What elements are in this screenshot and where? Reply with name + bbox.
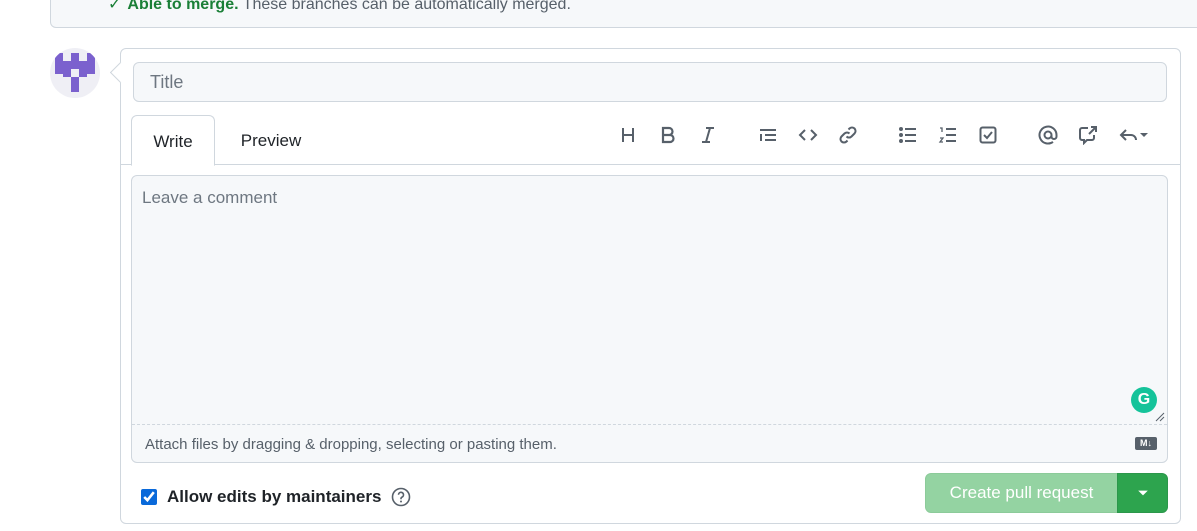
quote-icon[interactable]: [754, 121, 782, 149]
caret-down-icon: [1137, 490, 1148, 496]
link-icon[interactable]: [834, 121, 862, 149]
italic-icon[interactable]: [694, 121, 722, 149]
heading-icon[interactable]: [614, 121, 642, 149]
bold-icon[interactable]: [654, 121, 682, 149]
create-pull-request-button[interactable]: Create pull request: [925, 473, 1118, 513]
allow-edits-label[interactable]: Allow edits by maintainers: [167, 487, 381, 507]
create-options-dropdown[interactable]: [1117, 473, 1168, 513]
code-icon[interactable]: [794, 121, 822, 149]
resize-handle-icon[interactable]: [1155, 412, 1165, 422]
merge-status-message: These branches can be automatically merg…: [242, 0, 571, 13]
tab-write[interactable]: Write: [131, 115, 215, 166]
mention-icon[interactable]: [1034, 121, 1062, 149]
avatar[interactable]: [50, 48, 100, 98]
ordered-list-icon[interactable]: [934, 121, 962, 149]
chevron-down-icon: [1140, 133, 1148, 137]
saved-replies-icon[interactable]: [1114, 121, 1154, 149]
merge-status: ✓ Able to merge. These branches can be au…: [108, 0, 571, 14]
attach-files-text: Attach files by dragging & dropping, sel…: [145, 436, 557, 453]
pull-request-composer: Write Preview G Attach: [120, 48, 1181, 524]
editor-tabs: Write Preview: [121, 115, 1180, 166]
comment-editor: G Attach files by dragging & dropping, s…: [131, 175, 1168, 463]
grammarly-icon[interactable]: G: [1131, 387, 1157, 413]
title-input[interactable]: [133, 62, 1167, 102]
unordered-list-icon[interactable]: [894, 121, 922, 149]
task-list-icon[interactable]: [974, 121, 1002, 149]
allow-edits-option: Allow edits by maintainers: [141, 485, 411, 509]
check-icon: ✓: [108, 0, 122, 13]
help-icon[interactable]: [391, 487, 411, 507]
allow-edits-checkbox[interactable]: [141, 489, 157, 505]
markdown-icon[interactable]: M↓: [1135, 437, 1157, 450]
attach-files-bar[interactable]: Attach files by dragging & dropping, sel…: [132, 426, 1167, 462]
merge-status-label: Able to merge.: [127, 0, 239, 13]
tab-preview[interactable]: Preview: [221, 115, 321, 165]
cross-reference-icon[interactable]: [1074, 121, 1102, 149]
comment-textarea[interactable]: [132, 176, 1167, 425]
